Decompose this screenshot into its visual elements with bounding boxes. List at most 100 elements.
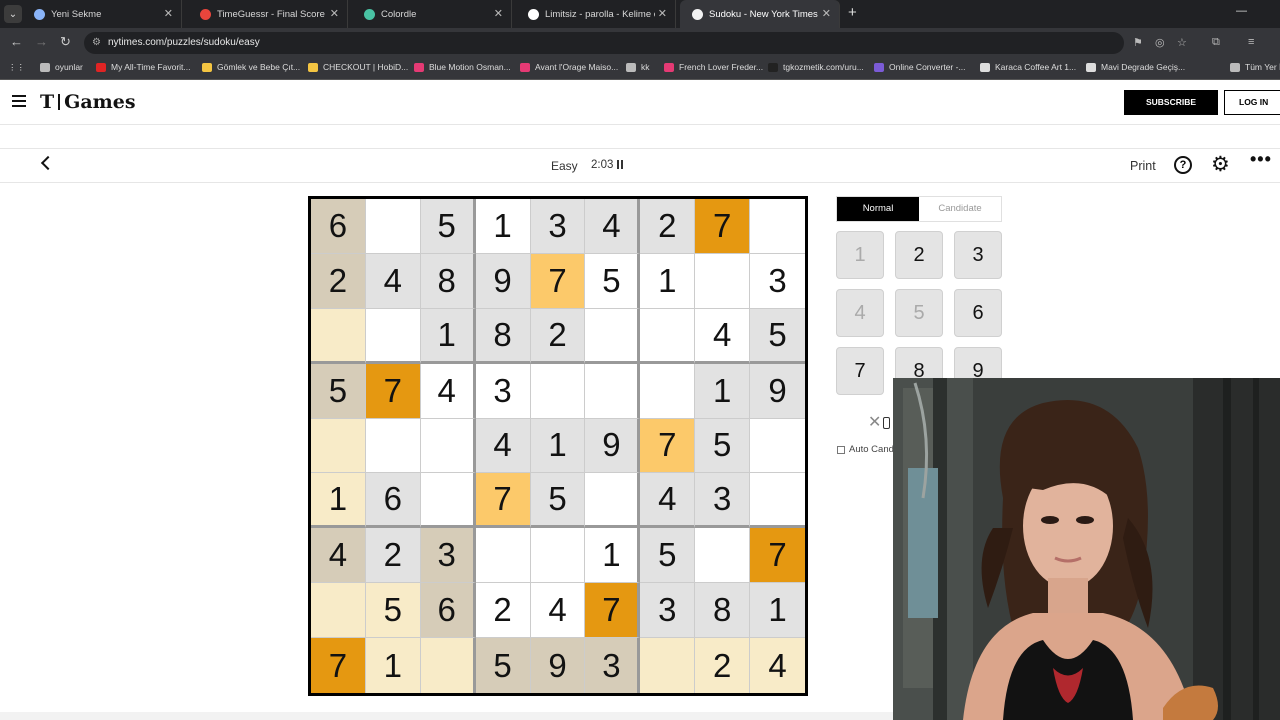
- login-button[interactable]: LOG IN: [1224, 90, 1280, 115]
- number-key[interactable]: 5: [895, 289, 943, 337]
- sudoku-cell[interactable]: 6: [311, 199, 366, 254]
- close-tab-icon[interactable]: ✕: [164, 7, 173, 20]
- candidate-mode-button[interactable]: Candidate: [919, 197, 1001, 221]
- sudoku-cell[interactable]: 8: [420, 253, 476, 309]
- bookmark-item[interactable]: tgkozmetik.com/uru...: [768, 62, 864, 72]
- reading-list-icon[interactable]: ≡: [1248, 36, 1254, 48]
- sudoku-cell[interactable]: 3: [420, 528, 476, 584]
- normal-mode-button[interactable]: Normal: [837, 197, 919, 221]
- sudoku-cell[interactable]: 6: [365, 473, 421, 529]
- sudoku-cell[interactable]: 4: [475, 418, 531, 474]
- number-key[interactable]: 2: [895, 231, 943, 279]
- close-tab-icon[interactable]: ✕: [658, 7, 667, 20]
- sudoku-cell[interactable]: 3: [695, 473, 751, 529]
- help-icon[interactable]: ?: [1174, 156, 1192, 174]
- forward-icon[interactable]: →: [35, 34, 48, 49]
- sudoku-cell[interactable]: 5: [750, 308, 805, 364]
- number-key[interactable]: 4: [836, 289, 884, 337]
- sudoku-cell[interactable]: 5: [530, 473, 586, 529]
- sudoku-cell[interactable]: 7: [640, 418, 696, 474]
- reload-icon[interactable]: ↻: [60, 34, 71, 50]
- number-key[interactable]: 6: [954, 289, 1002, 337]
- sudoku-cell[interactable]: 2: [695, 638, 751, 693]
- sudoku-cell[interactable]: [530, 528, 586, 584]
- sudoku-cell[interactable]: 4: [750, 638, 805, 693]
- sudoku-cell[interactable]: [585, 473, 641, 529]
- sudoku-cell[interactable]: [750, 473, 805, 529]
- bookmark-item[interactable]: French Lover Freder...: [664, 62, 763, 72]
- sudoku-cell[interactable]: 1: [640, 253, 696, 309]
- sudoku-cell[interactable]: [695, 253, 751, 309]
- sudoku-cell[interactable]: 1: [530, 418, 586, 474]
- sudoku-cell[interactable]: [420, 638, 476, 693]
- sudoku-cell[interactable]: [750, 199, 805, 254]
- sudoku-cell[interactable]: [695, 528, 751, 584]
- sudoku-cell[interactable]: 3: [530, 199, 586, 254]
- sudoku-cell[interactable]: 4: [640, 473, 696, 529]
- apps-icon[interactable]: ⋮⋮: [8, 62, 25, 73]
- sudoku-cell[interactable]: 3: [475, 363, 531, 419]
- bookmark-item[interactable]: Blue Motion Osman...: [414, 62, 511, 72]
- sudoku-cell[interactable]: 1: [475, 199, 531, 254]
- sudoku-cell[interactable]: 5: [365, 583, 421, 639]
- bookmark-item[interactable]: CHECKOUT | HobiD...: [308, 62, 408, 72]
- sudoku-cell[interactable]: 9: [475, 253, 531, 309]
- sudoku-cell[interactable]: [420, 473, 476, 529]
- number-key[interactable]: 3: [954, 231, 1002, 279]
- sudoku-cell[interactable]: [420, 418, 476, 474]
- sudoku-cell[interactable]: 9: [530, 638, 586, 693]
- sudoku-cell[interactable]: 2: [311, 253, 366, 309]
- bookmark-item[interactable]: My All-Time Favorit...: [96, 62, 191, 72]
- sudoku-cell[interactable]: 4: [311, 528, 366, 584]
- sudoku-cell[interactable]: 1: [420, 308, 476, 364]
- browser-tab[interactable]: Colordle ✕: [352, 0, 512, 28]
- sudoku-cell[interactable]: 8: [695, 583, 751, 639]
- sudoku-cell[interactable]: 2: [475, 583, 531, 639]
- sudoku-cell[interactable]: [640, 638, 696, 693]
- sudoku-cell[interactable]: [475, 528, 531, 584]
- sudoku-cell[interactable]: 4: [585, 199, 641, 254]
- sudoku-cell[interactable]: 5: [695, 418, 751, 474]
- browser-tab[interactable]: Sudoku - New York Times Num✕: [680, 0, 840, 28]
- sudoku-cell[interactable]: [585, 363, 641, 419]
- print-button[interactable]: Print: [1130, 159, 1156, 173]
- sudoku-cell[interactable]: 2: [365, 528, 421, 584]
- sudoku-cell[interactable]: 9: [585, 418, 641, 474]
- sudoku-cell[interactable]: 3: [585, 638, 641, 693]
- sudoku-cell[interactable]: 8: [475, 308, 531, 364]
- sudoku-cell[interactable]: 5: [585, 253, 641, 309]
- site-info-icon[interactable]: ⚙: [92, 32, 101, 54]
- browser-tab[interactable]: TimeGuessr - Final Score ✕: [188, 0, 348, 28]
- new-tab-button[interactable]: +: [848, 4, 857, 21]
- sudoku-cell[interactable]: 3: [750, 253, 805, 309]
- close-tab-icon[interactable]: ✕: [330, 7, 339, 20]
- number-key[interactable]: 7: [836, 347, 884, 395]
- hamburger-menu-icon[interactable]: [12, 95, 26, 107]
- sudoku-cell[interactable]: 4: [530, 583, 586, 639]
- settings-gear-icon[interactable]: ⚙: [1211, 152, 1230, 177]
- browser-tab[interactable]: Yeni Sekme ✕: [22, 0, 182, 28]
- sudoku-cell[interactable]: 1: [750, 583, 805, 639]
- sudoku-cell[interactable]: [530, 363, 586, 419]
- tab-search-button[interactable]: ⌄: [4, 5, 22, 23]
- sudoku-cell[interactable]: 5: [420, 199, 476, 254]
- games-logo[interactable]: T Games: [40, 91, 136, 113]
- sudoku-cell[interactable]: 1: [695, 363, 751, 419]
- sudoku-cell[interactable]: [365, 308, 421, 364]
- translate-icon[interactable]: ⚑: [1133, 36, 1143, 49]
- browser-tab[interactable]: Limitsiz - parolla - Kelime oyun✕: [516, 0, 676, 28]
- extensions-icon[interactable]: ⧉: [1212, 36, 1220, 49]
- sudoku-cell[interactable]: 6: [420, 583, 476, 639]
- minimize-icon[interactable]: —: [1236, 5, 1247, 17]
- back-icon[interactable]: ←: [10, 34, 23, 49]
- bookmark-item[interactable]: Gömlek ve Bebe Çıt...: [202, 62, 300, 72]
- sudoku-cell[interactable]: 7: [750, 528, 805, 584]
- eye-off-icon[interactable]: ◎: [1155, 36, 1165, 49]
- bookmark-item[interactable]: Online Converter -...: [874, 62, 966, 72]
- sudoku-cell[interactable]: 9: [750, 363, 805, 419]
- back-chevron-icon[interactable]: [40, 155, 56, 171]
- sudoku-cell[interactable]: 7: [695, 199, 751, 254]
- sudoku-cell[interactable]: 1: [365, 638, 421, 693]
- sudoku-cell[interactable]: 5: [640, 528, 696, 584]
- bookmark-item[interactable]: Karaca Coffee Art 1...: [980, 62, 1076, 72]
